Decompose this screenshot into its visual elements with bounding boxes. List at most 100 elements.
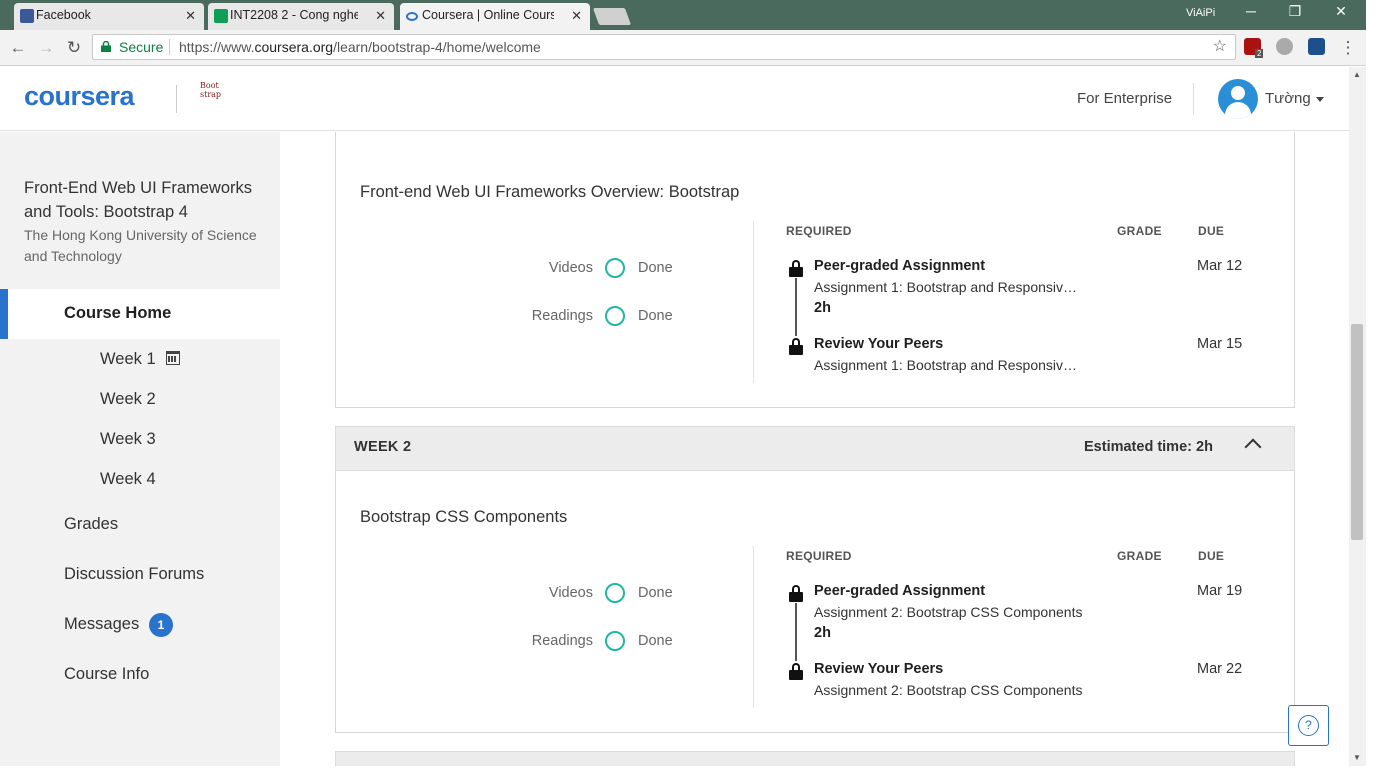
page-scrollbar[interactable]: ▲ ▼ (1349, 67, 1366, 767)
readings-label: Readings (531, 308, 593, 324)
readings-label: Readings (531, 633, 593, 649)
user-avatar-icon[interactable] (1218, 79, 1258, 119)
course-sidebar: Front-End Web UI Frameworks and Tools: B… (0, 132, 280, 784)
done-circle-icon (605, 258, 625, 278)
extension-icon[interactable] (1276, 38, 1293, 55)
help-button[interactable]: ? (1288, 705, 1329, 746)
due-header: DUE (1198, 224, 1225, 238)
browser-tab-bar: Facebook ✕ INT2208 2 - Cong nghe p ✕ Cou… (0, 0, 1400, 30)
week-2-header[interactable]: WEEK 2 Estimated time: 2h (335, 426, 1295, 471)
assignment-time: 2h (814, 300, 831, 316)
messages-count-badge: 1 (149, 613, 173, 637)
restore-icon[interactable]: ❐ (1280, 3, 1310, 20)
close-window-icon[interactable]: ✕ (1326, 3, 1356, 20)
sidebar-item-week-2[interactable]: Week 2 (100, 390, 156, 409)
sidebar-item-week-3[interactable]: Week 3 (100, 430, 156, 449)
sheets-favicon (214, 9, 228, 23)
minimize-icon[interactable]: ─ (1236, 3, 1266, 19)
reload-icon[interactable]: ↻ (64, 38, 84, 58)
sidebar-item-messages[interactable]: Messages (64, 615, 139, 634)
required-header: REQUIRED (786, 224, 852, 238)
videos-label: Videos (548, 260, 593, 276)
scroll-down-icon[interactable]: ▼ (1353, 753, 1361, 762)
close-tab-icon[interactable]: ✕ (185, 3, 196, 28)
tab-title: INT2208 2 - Cong nghe p (230, 8, 358, 22)
videos-status: Done (638, 585, 673, 601)
done-circle-icon (605, 306, 625, 326)
secure-label: Secure (119, 39, 164, 55)
for-enterprise-link[interactable]: For Enterprise (1077, 90, 1172, 107)
sidebar-item-week-1[interactable]: Week 1 (100, 350, 156, 369)
readings-status: Done (638, 633, 673, 649)
module-title[interactable]: Bootstrap CSS Components (360, 508, 567, 527)
grade-header: GRADE (1117, 549, 1162, 563)
chevron-up-icon[interactable] (1244, 438, 1262, 456)
sidebar-item-course-home[interactable]: Course Home (0, 289, 280, 339)
assignment-type[interactable]: Review Your Peers (814, 336, 943, 352)
lock-icon (789, 338, 803, 355)
star-icon[interactable]: ☆ (1213, 35, 1227, 59)
site-header: coursera Boot strap For Enterprise Tường (0, 67, 1349, 131)
tab-title: Coursera | Online Course (422, 8, 554, 22)
window-user-label: ViAiPi (1186, 7, 1216, 19)
videos-label: Videos (548, 585, 593, 601)
sidebar-item-week-4[interactable]: Week 4 (100, 470, 156, 489)
lock-icon (789, 663, 803, 680)
course-title[interactable]: Front-End Web UI Frameworks and Tools: B… (24, 176, 264, 224)
main-content: Front-end Web UI Frameworks Overview: Bo… (280, 132, 1349, 784)
active-indicator (0, 289, 8, 339)
videos-status: Done (638, 260, 673, 276)
assignment-name[interactable]: Assignment 2: Bootstrap CSS Components (814, 604, 1082, 620)
help-icon: ? (1298, 715, 1319, 736)
close-tab-icon[interactable]: ✕ (571, 3, 582, 28)
username[interactable]: Tường (1265, 90, 1311, 107)
chevron-down-icon[interactable] (1316, 97, 1324, 102)
address-toolbar: ← → ↻ Secure https://www.coursera.org/le… (0, 30, 1400, 66)
assignment-due: Mar 19 (1197, 583, 1243, 599)
estimated-time: Estimated time: 2h (1084, 439, 1213, 455)
tab-sheets[interactable]: INT2208 2 - Cong nghe p ✕ (208, 3, 394, 30)
tab-coursera[interactable]: Coursera | Online Course ✕ (400, 3, 590, 30)
tab-facebook[interactable]: Facebook ✕ (14, 3, 204, 30)
url-bar[interactable]: Secure https://www.coursera.org/learn/bo… (92, 34, 1236, 60)
sidebar-item-grades[interactable]: Grades (64, 515, 118, 534)
module-title[interactable]: Front-end Web UI Frameworks Overview: Bo… (360, 183, 739, 202)
required-header: REQUIRED (786, 549, 852, 563)
scroll-up-icon[interactable]: ▲ (1353, 70, 1361, 79)
assignment-due: Mar 15 (1197, 336, 1243, 352)
module-card: Front-end Web UI Frameworks Overview: Bo… (335, 132, 1295, 408)
assignment-due: Mar 12 (1197, 258, 1243, 274)
due-header: DUE (1198, 549, 1225, 563)
extension-icon[interactable] (1308, 38, 1325, 55)
calendar-icon (166, 351, 180, 365)
assignment-due: Mar 22 (1197, 661, 1243, 677)
back-arrow-icon[interactable]: ← (8, 38, 28, 58)
sidebar-item-course-info[interactable]: Course Info (64, 665, 149, 684)
extension-badge: 2 (1255, 49, 1264, 58)
sidebar-item-label: Course Home (64, 304, 172, 322)
scroll-thumb[interactable] (1351, 324, 1363, 540)
close-tab-icon[interactable]: ✕ (375, 3, 386, 28)
coursera-logo[interactable]: coursera (24, 81, 135, 112)
done-circle-icon (605, 583, 625, 603)
assignment-name[interactable]: Assignment 2: Bootstrap CSS Components (814, 682, 1082, 698)
forward-arrow-icon[interactable]: → (36, 38, 56, 58)
assignment-time: 2h (814, 625, 831, 641)
sidebar-item-discussion-forums[interactable]: Discussion Forums (64, 565, 204, 584)
url-text: https://www.coursera.org/learn/bootstrap… (179, 39, 541, 55)
facebook-favicon (20, 9, 34, 23)
menu-dots-icon[interactable]: ⋮ (1338, 38, 1358, 58)
assignment-type[interactable]: Peer-graded Assignment (814, 258, 985, 274)
coursera-favicon (406, 12, 418, 21)
assignment-type[interactable]: Review Your Peers (814, 661, 943, 677)
assignment-type[interactable]: Peer-graded Assignment (814, 583, 985, 599)
bootstrap-partner-logo: Boot strap (200, 81, 222, 99)
lock-icon (789, 260, 803, 277)
assignment-name[interactable]: Assignment 1: Bootstrap and Responsiv… (814, 279, 1077, 295)
new-tab-button[interactable] (592, 8, 632, 25)
week-label: WEEK 2 (354, 439, 412, 455)
assignment-name[interactable]: Assignment 1: Bootstrap and Responsiv… (814, 357, 1077, 373)
module-card: Bootstrap CSS Components Videos Done Rea… (335, 471, 1295, 733)
grade-header: GRADE (1117, 224, 1162, 238)
lock-icon (101, 41, 111, 52)
